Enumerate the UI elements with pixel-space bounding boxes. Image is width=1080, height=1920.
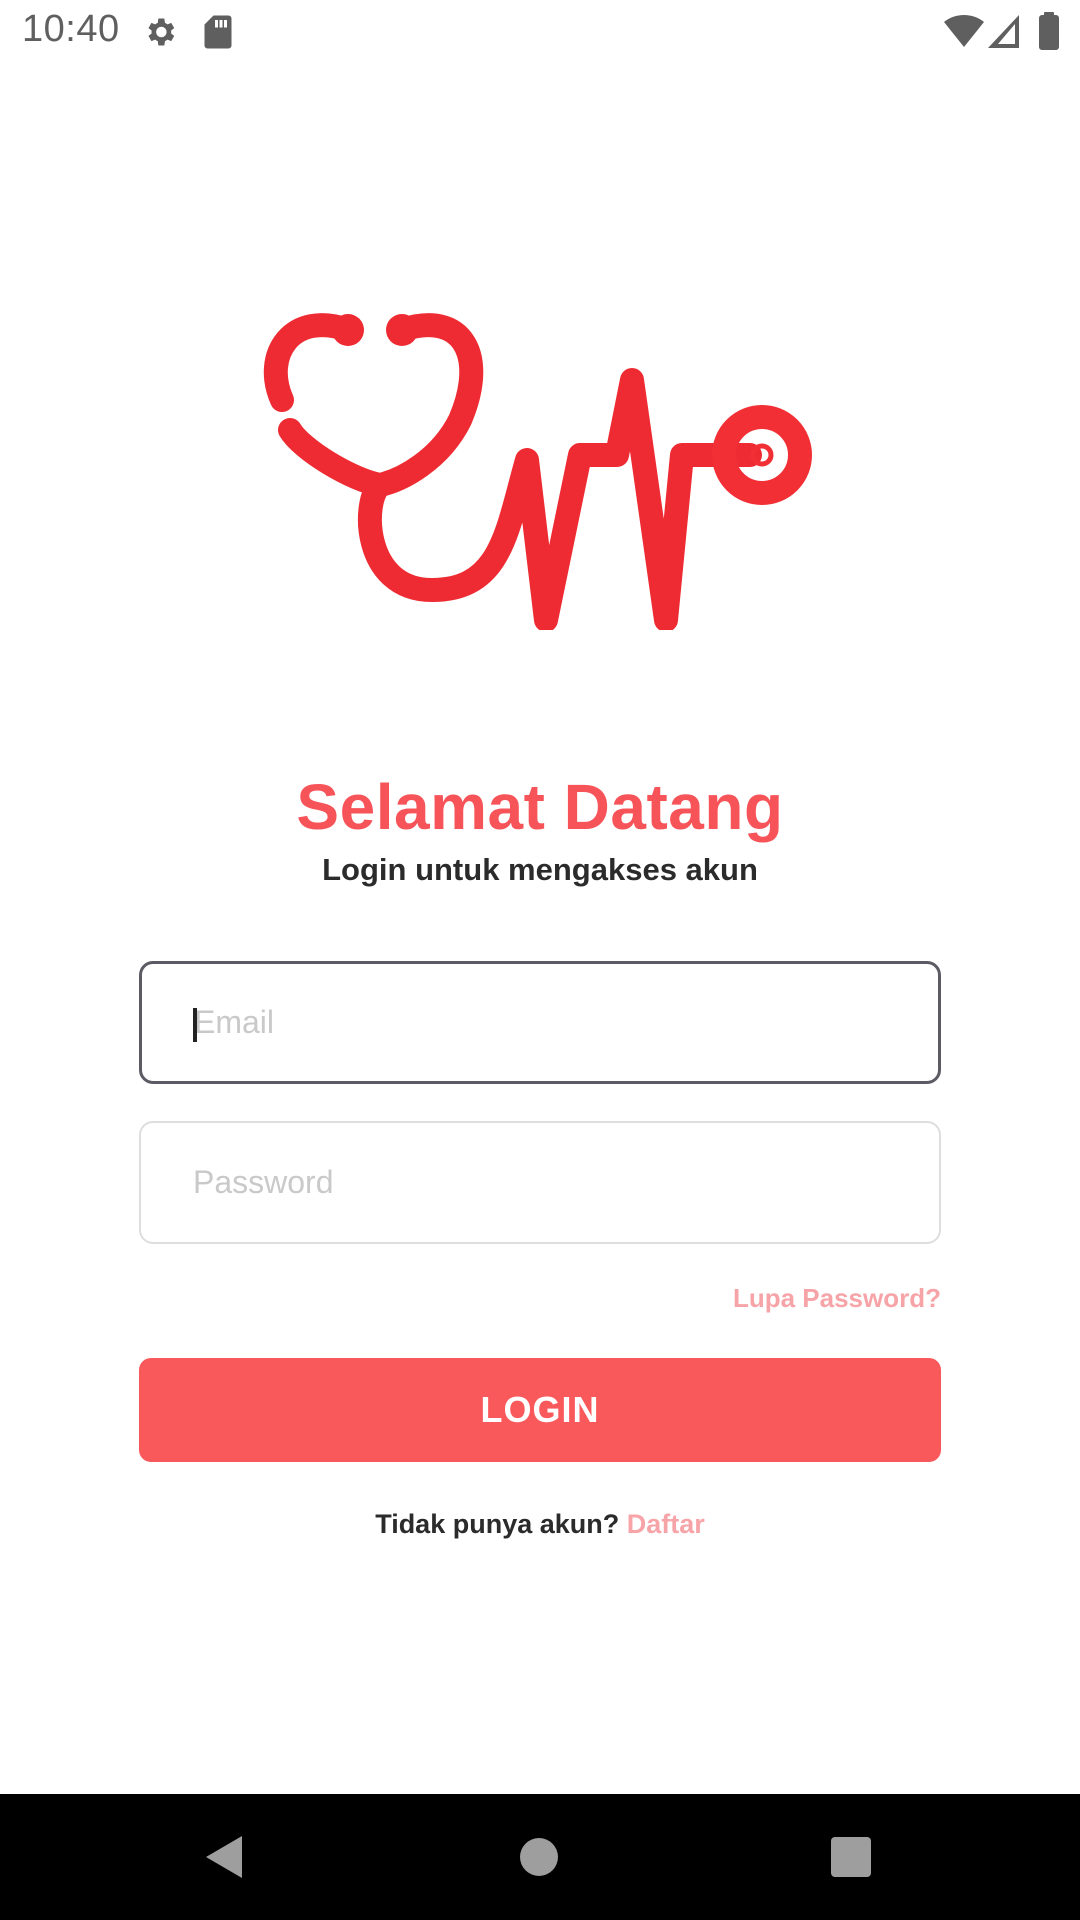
password-field[interactable] — [139, 1121, 941, 1244]
signup-prompt: Tidak punya akun? Daftar — [0, 1509, 1080, 1540]
signup-prompt-text: Tidak punya akun? — [375, 1509, 620, 1539]
status-time: 10:40 — [22, 8, 120, 50]
text-cursor — [193, 1008, 197, 1042]
password-input[interactable] — [141, 1123, 939, 1242]
stethoscope-heartbeat-logo — [263, 313, 812, 630]
back-icon[interactable] — [204, 1834, 246, 1880]
navigation-bar — [0, 1794, 1080, 1920]
battery-icon — [1039, 12, 1059, 50]
signup-link[interactable]: Daftar — [627, 1509, 705, 1539]
page-title: Selamat Datang — [296, 771, 784, 843]
recents-icon[interactable] — [830, 1836, 872, 1878]
page-subtitle: Login untuk mengakses akun — [322, 852, 758, 887]
home-icon[interactable] — [518, 1836, 560, 1878]
signal-icon — [988, 15, 1019, 48]
forgot-password-link[interactable]: Lupa Password? — [733, 1283, 941, 1314]
email-field[interactable] — [139, 961, 941, 1084]
email-input[interactable] — [142, 964, 938, 1081]
gear-icon — [148, 18, 175, 46]
status-bar: 10:40 — [0, 0, 1080, 64]
wifi-icon — [944, 14, 984, 48]
login-button[interactable]: LOGIN — [139, 1358, 941, 1462]
sd-card-icon — [204, 15, 232, 49]
